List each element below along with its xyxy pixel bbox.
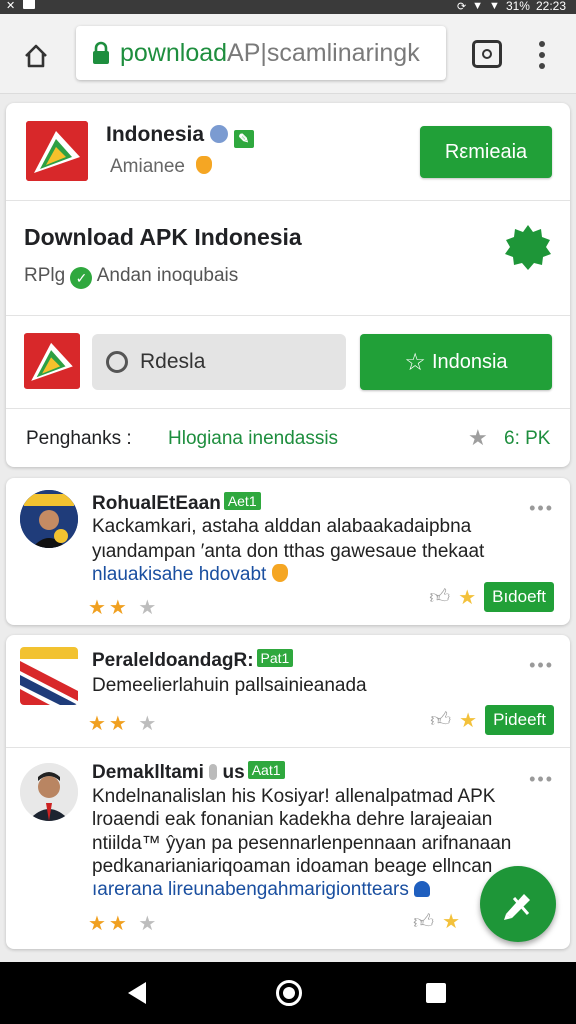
info-label: Penghanks : bbox=[26, 428, 132, 449]
lock-icon bbox=[93, 41, 109, 64]
star-icon[interactable]: ★ bbox=[459, 708, 477, 733]
star-rating: ★★ ★ bbox=[88, 713, 160, 735]
edit-icon: ✎ bbox=[233, 130, 254, 148]
star-icon[interactable]: ★ bbox=[442, 909, 460, 934]
system-nav-bar bbox=[0, 962, 576, 1024]
overflow-menu-button[interactable] bbox=[532, 38, 552, 72]
more-options-icon[interactable]: ••• bbox=[529, 655, 554, 676]
download-title: Download APK Indonesia bbox=[24, 224, 302, 250]
star-rating: ★★ ★ bbox=[88, 597, 160, 619]
sync-icon: ⟳ bbox=[456, 0, 467, 13]
review-text-line: yιandampan ′anta don tthas gawesaue thek… bbox=[92, 541, 485, 562]
install-button-label: Indonsia bbox=[431, 350, 508, 373]
home-icon bbox=[25, 44, 47, 68]
status-bar: ✕ ⟳ ▼ ▼ 31% 22:23 bbox=[0, 0, 576, 14]
app-subtitle: Amianee bbox=[110, 156, 185, 177]
review-card: RohualEtEaan Aet1 ••• Kackamkari, astaha … bbox=[6, 478, 570, 625]
mic-icon bbox=[209, 764, 218, 780]
url-domain: pownload bbox=[120, 38, 228, 67]
clock: 22:23 bbox=[535, 0, 566, 13]
avatar bbox=[20, 763, 78, 821]
reviewer-name: PeraleldoandagR: bbox=[92, 650, 254, 671]
meta-prefix: RPlg bbox=[24, 265, 66, 286]
settings-gear-icon[interactable] bbox=[503, 223, 553, 273]
avatar bbox=[20, 490, 78, 548]
star-rating: ★★ ★ bbox=[88, 913, 160, 935]
review-link[interactable]: ıarerana lireunabengahmarigionttears bbox=[92, 879, 409, 900]
home-button[interactable] bbox=[18, 38, 54, 74]
star-icon[interactable]: ★ bbox=[458, 585, 476, 610]
app-card: Indonesia ✎ Amianee Rεmieaia Download AP… bbox=[6, 103, 570, 467]
review-text-line: Demeelierlahuin pallsainieanada bbox=[92, 675, 367, 696]
divider bbox=[6, 315, 570, 316]
remove-button[interactable]: Rεmieaia bbox=[420, 126, 552, 178]
globe-icon bbox=[209, 125, 228, 143]
review-text-line: pedkanarianiariqoaman idoaman beage elln… bbox=[92, 856, 493, 877]
search-text: Rdesla bbox=[140, 350, 206, 373]
browser-toolbar: pownload AP|scamlinaringk bbox=[0, 14, 576, 94]
radio-icon bbox=[106, 351, 128, 373]
camera-button[interactable] bbox=[472, 40, 502, 68]
review-text-line: ntiilda™ ŷyan pa pesennarlenpennaan arif… bbox=[92, 833, 512, 854]
url-path: AP|scamlinaringk bbox=[227, 38, 420, 67]
address-bar[interactable]: pownload AP|scamlinaringk bbox=[76, 26, 446, 80]
verified-icon: ✓ bbox=[70, 267, 93, 289]
review-link[interactable]: nlauakisahe hdovabt bbox=[92, 564, 266, 585]
review-text-line: lroaendi eak fonanian kadekha dehre lara… bbox=[92, 809, 493, 830]
app-logo-small bbox=[24, 333, 80, 389]
hand-emoji-icon bbox=[271, 564, 288, 582]
reply-button[interactable]: Bıdoeft bbox=[484, 582, 554, 612]
app-name: Indonesia bbox=[106, 123, 205, 146]
recents-button[interactable] bbox=[426, 983, 446, 1003]
signal-icon: ▼ bbox=[472, 0, 484, 12]
hand-emoji-icon bbox=[196, 156, 213, 174]
more-options-icon[interactable]: ••• bbox=[529, 498, 554, 519]
reviewer-name: RohualEtEaan bbox=[92, 493, 221, 514]
star-outline-icon: ☆ bbox=[404, 348, 426, 376]
thumbs-up-icon[interactable]: 👍︎ bbox=[429, 585, 450, 609]
reviewer-badge: Pat1 bbox=[256, 649, 294, 667]
wifi-icon: ▼ bbox=[489, 0, 500, 12]
image-icon bbox=[23, 0, 36, 9]
thumbs-up-icon[interactable]: 👍︎ bbox=[413, 910, 434, 934]
divider bbox=[6, 747, 570, 748]
info-rating: 6: PK bbox=[504, 428, 551, 449]
app-logo bbox=[26, 121, 88, 181]
star-icon: ★ bbox=[468, 425, 488, 450]
reviewer-name: Demaklltami bbox=[92, 762, 204, 783]
back-button[interactable] bbox=[128, 982, 146, 1004]
reply-button[interactable]: Pideeft bbox=[485, 705, 554, 735]
install-button[interactable]: ☆ Indonsia bbox=[360, 334, 552, 390]
more-options-icon[interactable]: ••• bbox=[529, 769, 554, 790]
review-text-line: Kndelnanalislan his Kosiyar! allenalpatm… bbox=[92, 786, 496, 807]
camera-icon bbox=[482, 49, 492, 59]
notification-icon: ✕ bbox=[6, 0, 16, 12]
home-nav-button[interactable] bbox=[276, 980, 302, 1006]
reviewer-badge: Aat1 bbox=[247, 761, 285, 779]
review-text-line: Kackamkari, astaha alddan alabaakadaipbn… bbox=[92, 516, 472, 537]
search-field[interactable]: Rdesla bbox=[92, 334, 346, 390]
divider bbox=[6, 408, 570, 409]
reviewer-name-suffix: us bbox=[222, 762, 245, 783]
reviewer-badge: Aet1 bbox=[223, 492, 261, 510]
divider bbox=[6, 200, 570, 201]
user-icon bbox=[414, 881, 431, 897]
avatar bbox=[20, 647, 78, 705]
thumbs-up-icon[interactable]: 👍︎ bbox=[430, 708, 451, 732]
compose-fab[interactable] bbox=[480, 866, 556, 942]
meta-text: Andan inoqubais bbox=[96, 265, 239, 286]
battery-percent: 31% bbox=[505, 0, 530, 13]
info-value: Hlogiana inendassis bbox=[168, 428, 339, 449]
pencil-icon bbox=[504, 894, 530, 920]
